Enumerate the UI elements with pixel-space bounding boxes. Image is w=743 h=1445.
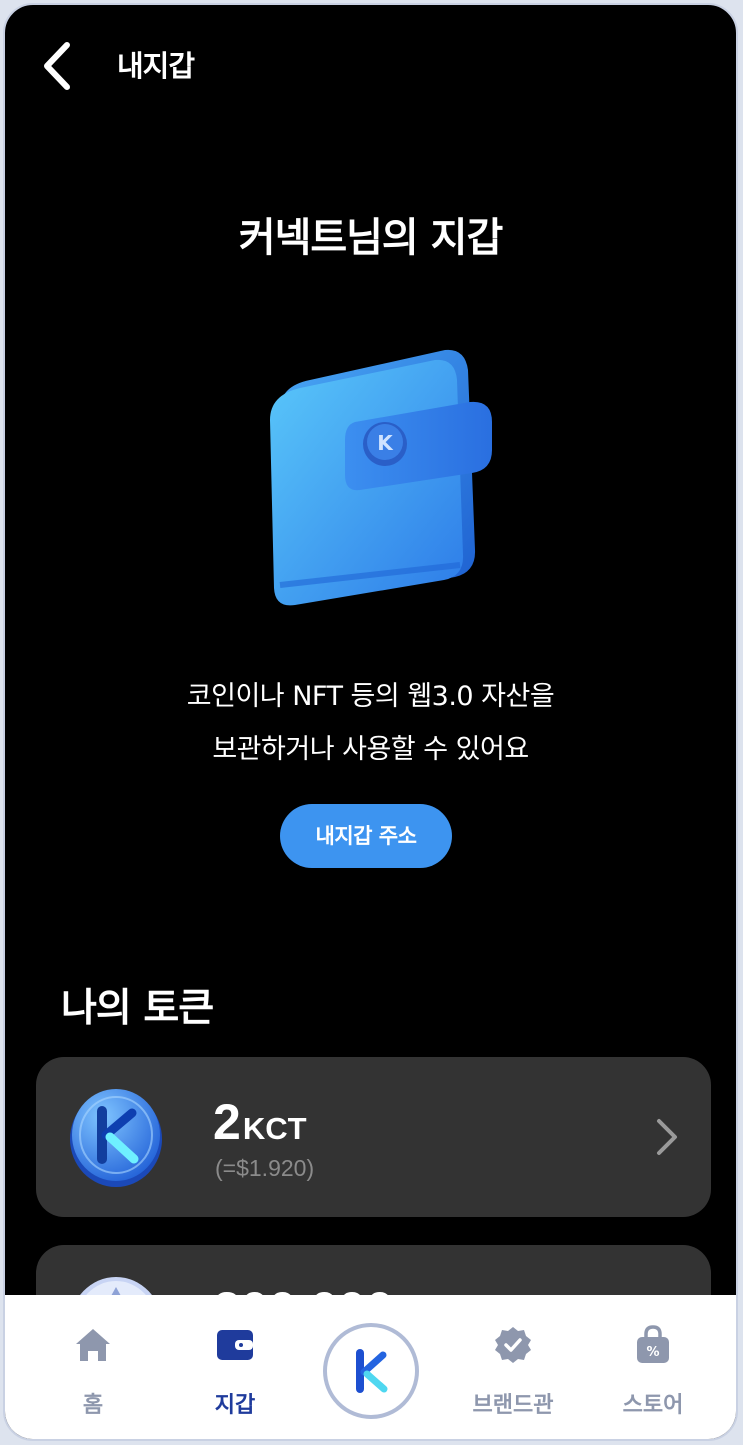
chevron-right-icon — [651, 1115, 681, 1159]
tab-store[interactable]: % 스토어 — [593, 1295, 713, 1439]
header: 내지갑 — [5, 5, 736, 125]
wallet-title: 커넥트님의 지갑 — [238, 215, 504, 261]
tokens-section-title: 나의 토큰 — [61, 986, 214, 1031]
chevron-left-icon — [44, 42, 70, 90]
wallet-icon — [215, 1325, 255, 1365]
back-button[interactable] — [33, 35, 83, 95]
phone-screen: 내지갑 커넥트님의 지갑 K 코인이나 NFT 등의 웹3.0 자산을 보관하거… — [3, 3, 738, 1441]
token-card-kct[interactable]: 2KCT (=$1.920) — [36, 1057, 711, 1217]
wallet-description: 코인이나 NFT 등의 웹3.0 자산을 보관하거나 사용할 수 있어요 — [5, 670, 736, 776]
bottom-tab-bar: 홈 지갑 브랜드관 % 스토어 — [5, 1295, 736, 1439]
tab-label: 지갑 — [214, 1393, 256, 1418]
kct-coin-icon — [66, 1083, 166, 1191]
token-amount: 2KCT — [213, 1094, 307, 1150]
token-fiat-value: (=$1.920) — [215, 1155, 315, 1181]
wallet-address-button[interactable]: 내지갑 주소 — [280, 804, 452, 868]
badge-check-icon — [493, 1325, 533, 1365]
description-line-1: 코인이나 NFT 등의 웹3.0 자산을 — [186, 681, 555, 712]
svg-text:K: K — [377, 431, 394, 455]
svg-text:%: % — [646, 1345, 659, 1360]
home-icon — [73, 1325, 113, 1365]
tab-wallet[interactable]: 지갑 — [175, 1295, 295, 1439]
tab-brand[interactable]: 브랜드관 — [453, 1295, 573, 1439]
k-home-button[interactable] — [323, 1323, 419, 1419]
description-line-2: 보관하거나 사용할 수 있어요 — [212, 734, 529, 765]
page-title: 내지갑 — [117, 49, 195, 83]
tab-label: 브랜드관 — [472, 1393, 554, 1418]
wallet-illustration-icon: K — [250, 340, 510, 620]
tab-label: 스토어 — [622, 1393, 684, 1418]
tab-label: 홈 — [82, 1393, 104, 1418]
tab-home[interactable]: 홈 — [33, 1295, 153, 1439]
shopping-bag-icon: % — [633, 1325, 673, 1365]
k-logo-icon — [356, 1349, 388, 1393]
